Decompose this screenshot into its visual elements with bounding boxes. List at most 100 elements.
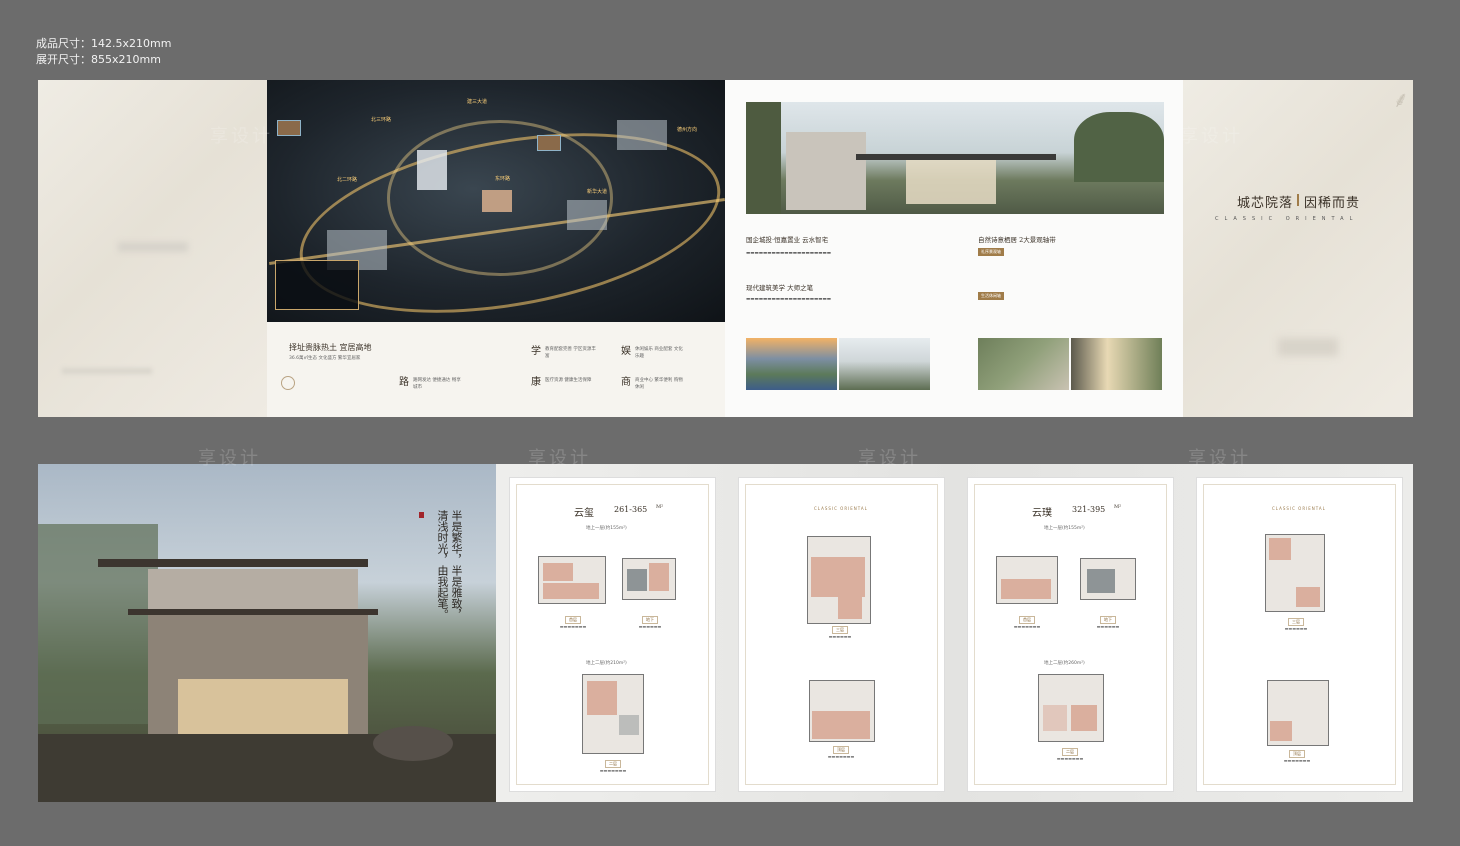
floorplan-third: [1265, 534, 1325, 612]
clubhouse-photo: [746, 102, 1164, 214]
floorplan-ground: [996, 556, 1058, 604]
cover-title-b: 因稀而贵: [1304, 196, 1361, 211]
brand-mark: CLASSIC ORIENTAL: [814, 506, 868, 511]
trees-left: [38, 524, 158, 724]
room-caption: 二层 ▬▬▬▬▬▬▬: [599, 760, 627, 773]
room-caption: 首层 ▬▬▬▬▬▬▬: [559, 616, 587, 629]
landscape-tag: 礼序景观轴: [978, 248, 1004, 256]
map-label: 东环路: [495, 176, 511, 182]
map-label: 北三环路: [371, 117, 392, 123]
watermark: 享设计: [210, 126, 273, 147]
brochure-outside-spread: 北三环路 北二环路 东环路 新华大道 建三大道 德州方向 择址贵脉热土 宜居高地…: [38, 80, 1413, 417]
map-label: 新华大道: [587, 189, 608, 195]
map-label: 德州方向: [677, 127, 698, 133]
room-caption: 顶层 ▬▬▬▬▬▬▬: [827, 746, 855, 759]
room-caption: 顶层 ▬▬▬▬▬▬▬: [1283, 750, 1311, 763]
unfolded-size-label: 展开尺寸：855x210mm: [36, 53, 161, 66]
feature-glyph: 康: [531, 377, 541, 388]
feature-text: 路网发达 便捷通达 畅享城市: [413, 378, 461, 390]
feature-glyph: 商: [621, 377, 631, 388]
watermark: 享设计: [858, 448, 921, 469]
watermark: 享设计: [1180, 126, 1243, 147]
cover-subtitle: CLASSIC ORIENTAL: [1215, 216, 1359, 222]
feature-glyph: 学: [531, 346, 541, 357]
landscape-tag: 生活休闲轴: [978, 292, 1004, 300]
feature-text: 医疗资源 健康生活保障: [545, 378, 592, 383]
brand-seal-icon: [281, 376, 295, 390]
room-caption: 地下 ▬▬▬▬▬▬: [1096, 616, 1120, 629]
feature-text: 休闲娱乐 商业配套 文化乐趣: [635, 347, 683, 359]
floorplan-roof: [809, 680, 875, 742]
floor-label: 地上一层(约155m²): [1044, 526, 1085, 531]
map-thumbnail: [277, 120, 301, 136]
unit-name: 云璞: [1032, 508, 1052, 519]
upper-floor: [148, 569, 358, 609]
floorplan-card-yunpu-2: CLASSIC ORIENTAL 三层 ▬▬▬▬▬▬ 顶层 ▬▬▬▬▬▬▬: [1196, 477, 1403, 792]
location-title: 择址贵脉热土 宜居高地: [289, 343, 372, 352]
slogan-line-2: 清浅时光，由我起笔。: [436, 510, 449, 620]
villa-photo: [839, 338, 930, 390]
floorplan-basement: [1080, 558, 1136, 600]
unit-area: 321-395: [1072, 505, 1106, 514]
map-thumbnail: [537, 135, 561, 151]
floorplan-ground: [538, 556, 606, 604]
unit-area-unit: M²: [656, 504, 664, 510]
building-cluster: [567, 200, 607, 230]
sunset-pool-photo: [746, 338, 837, 390]
arch-paragraph: ▬▬▬▬▬▬▬▬▬▬▬▬▬▬▬▬▬▬▬▬: [746, 251, 832, 256]
finished-size-label: 成品尺寸：142.5x210mm: [36, 37, 172, 50]
feature-text: 教育配套完善 学区资源丰富: [545, 347, 596, 359]
unit-area-unit: M²: [1114, 504, 1122, 510]
bamboo-leaf-icon: ⸙: [1392, 88, 1409, 113]
tree-right: [1074, 112, 1164, 182]
feature-glyph: 路: [399, 377, 409, 388]
room-caption: 三层 ▬▬▬▬▬▬: [1284, 618, 1308, 631]
map-label: 北二环路: [337, 177, 358, 183]
roof-top: [98, 559, 368, 567]
project-site: [417, 150, 447, 190]
watermark: 享设计: [198, 448, 261, 469]
brand-seal-icon: [419, 512, 424, 518]
night-aerial-map: 北三环路 北二环路 东环路 新华大道 建三大道 德州方向: [267, 80, 725, 322]
room-caption: 二层 ▬▬▬▬▬▬▬: [1056, 748, 1084, 761]
cover-divider: [1297, 194, 1299, 206]
glass-doors: [178, 679, 348, 734]
map-info-box: [275, 260, 359, 310]
brand-mark: CLASSIC ORIENTAL: [1272, 506, 1326, 511]
floorplan-panel: 云玺 261-365 M² 地上一层(约155m²) 首层 ▬▬▬▬▬▬▬ 地下 ▬…: [496, 464, 1413, 802]
floorplan-basement: [622, 558, 676, 600]
feature-glyph: 娱: [621, 346, 631, 357]
floorplan-card-yunxi: 云玺 261-365 M² 地上一层(约155m²) 首层 ▬▬▬▬▬▬▬ 地下 ▬…: [509, 477, 716, 792]
unit-area: 261-365: [614, 505, 648, 514]
feature-text: 商业中心 繁华便利 购物休闲: [635, 378, 683, 390]
room-caption: 首层 ▬▬▬▬▬▬▬: [1013, 616, 1041, 629]
brochure-inside-spread: 半是繁华，半是雅致， 清浅时光，由我起笔。 云玺 261-365 M² 地上一层…: [38, 448, 1413, 802]
blurred-logo: [1278, 338, 1338, 356]
arch-heading-3: 自然诗意栖居 2大景观轴带: [978, 236, 1056, 244]
floor-label: 地上二层(约260m²): [1044, 661, 1085, 666]
architecture-panel: 国企城投·恒嘉置业 云水智宅 ▬▬▬▬▬▬▬▬▬▬▬▬▬▬▬▬▬▬▬▬ 现代建筑…: [725, 80, 1183, 417]
landmark-block: [482, 190, 512, 212]
tree-left: [746, 102, 781, 214]
courtyard-photo: [1071, 338, 1162, 390]
building-cluster: [617, 120, 667, 150]
villa-hero-photo: [38, 464, 496, 802]
floorplan-roof: [1267, 680, 1329, 746]
screen-facade: [906, 160, 996, 204]
floorplan-card-yunpu: 云璞 321-395 M² 地上一层(约155m²) 首层 ▬▬▬▬▬▬▬ 地下 ▬…: [967, 477, 1174, 792]
location-panel: 北三环路 北二环路 东环路 新华大道 建三大道 德州方向 择址贵脉热土 宜居高地…: [267, 80, 725, 417]
floorplan-upper: [1038, 674, 1104, 742]
floorplan-third: [807, 536, 871, 624]
room-caption: 三层 ▬▬▬▬▬▬: [828, 626, 852, 639]
cover-title-a: 城芯院落: [1237, 196, 1294, 211]
floorplan-card-yunxi-2: CLASSIC ORIENTAL 三层 ▬▬▬▬▬▬ 顶层 ▬▬▬▬▬▬▬: [738, 477, 945, 792]
blurred-logo: [118, 242, 188, 252]
floorplan-upper: [582, 674, 644, 754]
unit-name: 云玺: [574, 508, 594, 519]
location-subtitle: 36.6萬㎡生态 文化盛方 繁华宜居家: [289, 356, 361, 361]
arch-heading-2: 现代建筑美学 大师之笔: [746, 284, 814, 292]
scholar-rock: [373, 726, 453, 761]
floor-label: 地上二层(约210m²): [586, 661, 627, 666]
blurred-contact: [62, 368, 152, 374]
arch-heading-1: 国企城投·恒嘉置业 云水智宅: [746, 236, 829, 244]
